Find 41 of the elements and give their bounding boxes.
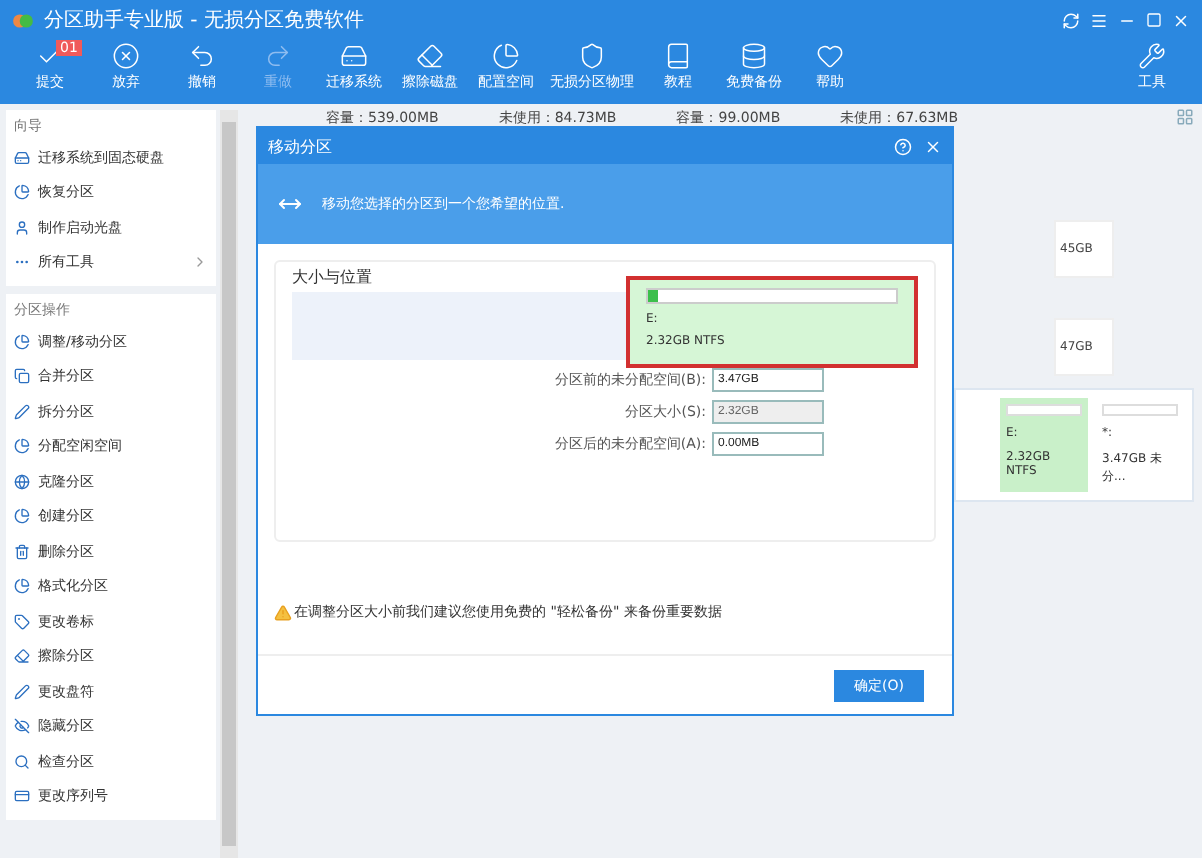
copy-icon	[14, 368, 30, 385]
pie-chart-icon	[14, 438, 30, 455]
eraser-icon	[14, 648, 30, 665]
tag-icon	[14, 613, 30, 630]
eraser-icon	[416, 42, 444, 70]
pie-chart-icon	[14, 578, 30, 595]
eye-off-icon	[14, 718, 30, 735]
drive-icon	[14, 149, 30, 166]
redo-icon	[264, 42, 292, 70]
pie-chart-icon	[14, 508, 30, 525]
heart-icon	[816, 42, 844, 70]
close-icon[interactable]	[924, 137, 942, 155]
globe-icon	[14, 473, 30, 490]
pen-icon	[14, 683, 30, 700]
trash-icon	[14, 543, 30, 560]
database-icon	[740, 42, 768, 70]
warning-icon	[274, 603, 292, 621]
close-icon[interactable]	[1172, 11, 1190, 29]
search-icon	[14, 753, 30, 770]
menu-icon[interactable]	[1090, 11, 1108, 29]
undo-icon	[188, 42, 216, 70]
pie-chart-icon	[14, 184, 30, 201]
drive-icon	[340, 42, 368, 70]
help-icon[interactable]	[894, 137, 912, 155]
pie-chart-icon	[492, 42, 520, 70]
refresh-icon[interactable]	[1062, 11, 1080, 29]
wrench-icon	[1138, 42, 1166, 70]
user-icon	[14, 219, 30, 236]
app-logo-icon	[12, 9, 34, 31]
maximize-icon[interactable]	[1146, 12, 1162, 28]
pen-icon	[14, 403, 30, 420]
card-icon	[14, 788, 30, 805]
group-title: 大小与位置	[292, 266, 374, 288]
book-icon	[664, 42, 692, 70]
shield-icon	[578, 42, 606, 70]
pie-chart-icon	[14, 333, 30, 350]
grid-icon[interactable]	[1176, 108, 1194, 126]
scrollbar[interactable]	[220, 110, 238, 858]
close-circle-icon	[112, 42, 140, 70]
dialog-title: 移动分区	[268, 135, 332, 157]
window-title: 分区助手专业版 - 无损分区免费软件	[44, 7, 364, 34]
